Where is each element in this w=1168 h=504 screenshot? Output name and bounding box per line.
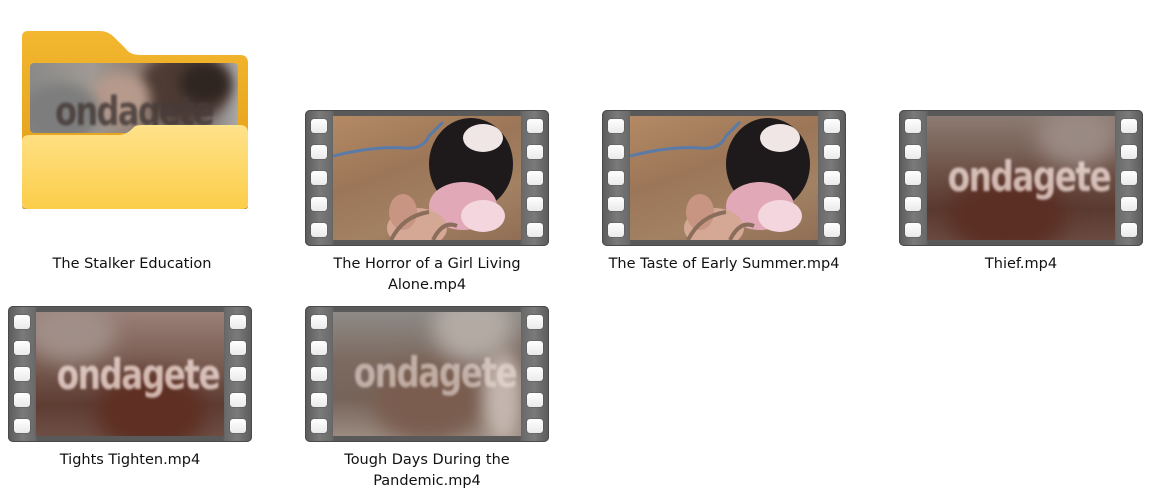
video-file-icon: ondagete: [8, 306, 252, 442]
file-name-label: Tights Tighten.mp4: [59, 452, 201, 468]
video-file-icon: ondagete: [899, 110, 1143, 246]
video-item[interactable]: ondagete Thief.mp4: [891, 0, 1151, 290]
file-explorer-view: ondagete The Stalker Education The Horro…: [0, 0, 1168, 504]
video-item[interactable]: The Taste of Early Summer.mp4: [594, 0, 854, 290]
video-watermark: ondagete: [353, 348, 518, 397]
file-name-label: Tough Days During the Pandemic.mp4: [344, 452, 510, 489]
video-thumbnail: ondagete: [333, 312, 521, 436]
video-thumbnail: ondagete: [927, 116, 1115, 240]
video-watermark: ondagete: [947, 152, 1112, 201]
film-strip: ondagete: [305, 306, 549, 442]
video-item[interactable]: ondagete Tights Tighten.mp4: [0, 0, 260, 504]
file-name-label: Thief.mp4: [984, 256, 1058, 272]
film-strip: ondagete: [8, 306, 252, 442]
video-thumbnail: [630, 116, 818, 240]
video-file-icon: ondagete: [305, 306, 549, 442]
video-file-icon: [602, 110, 846, 246]
file-name-label: The Taste of Early Summer.mp4: [608, 256, 840, 272]
film-strip: ondagete: [899, 110, 1143, 246]
video-item[interactable]: ondagete Tough Days During the Pandemic.…: [297, 0, 557, 504]
video-thumbnail: ondagete: [36, 312, 224, 436]
film-strip: [602, 110, 846, 246]
video-watermark: ondagete: [56, 350, 221, 399]
